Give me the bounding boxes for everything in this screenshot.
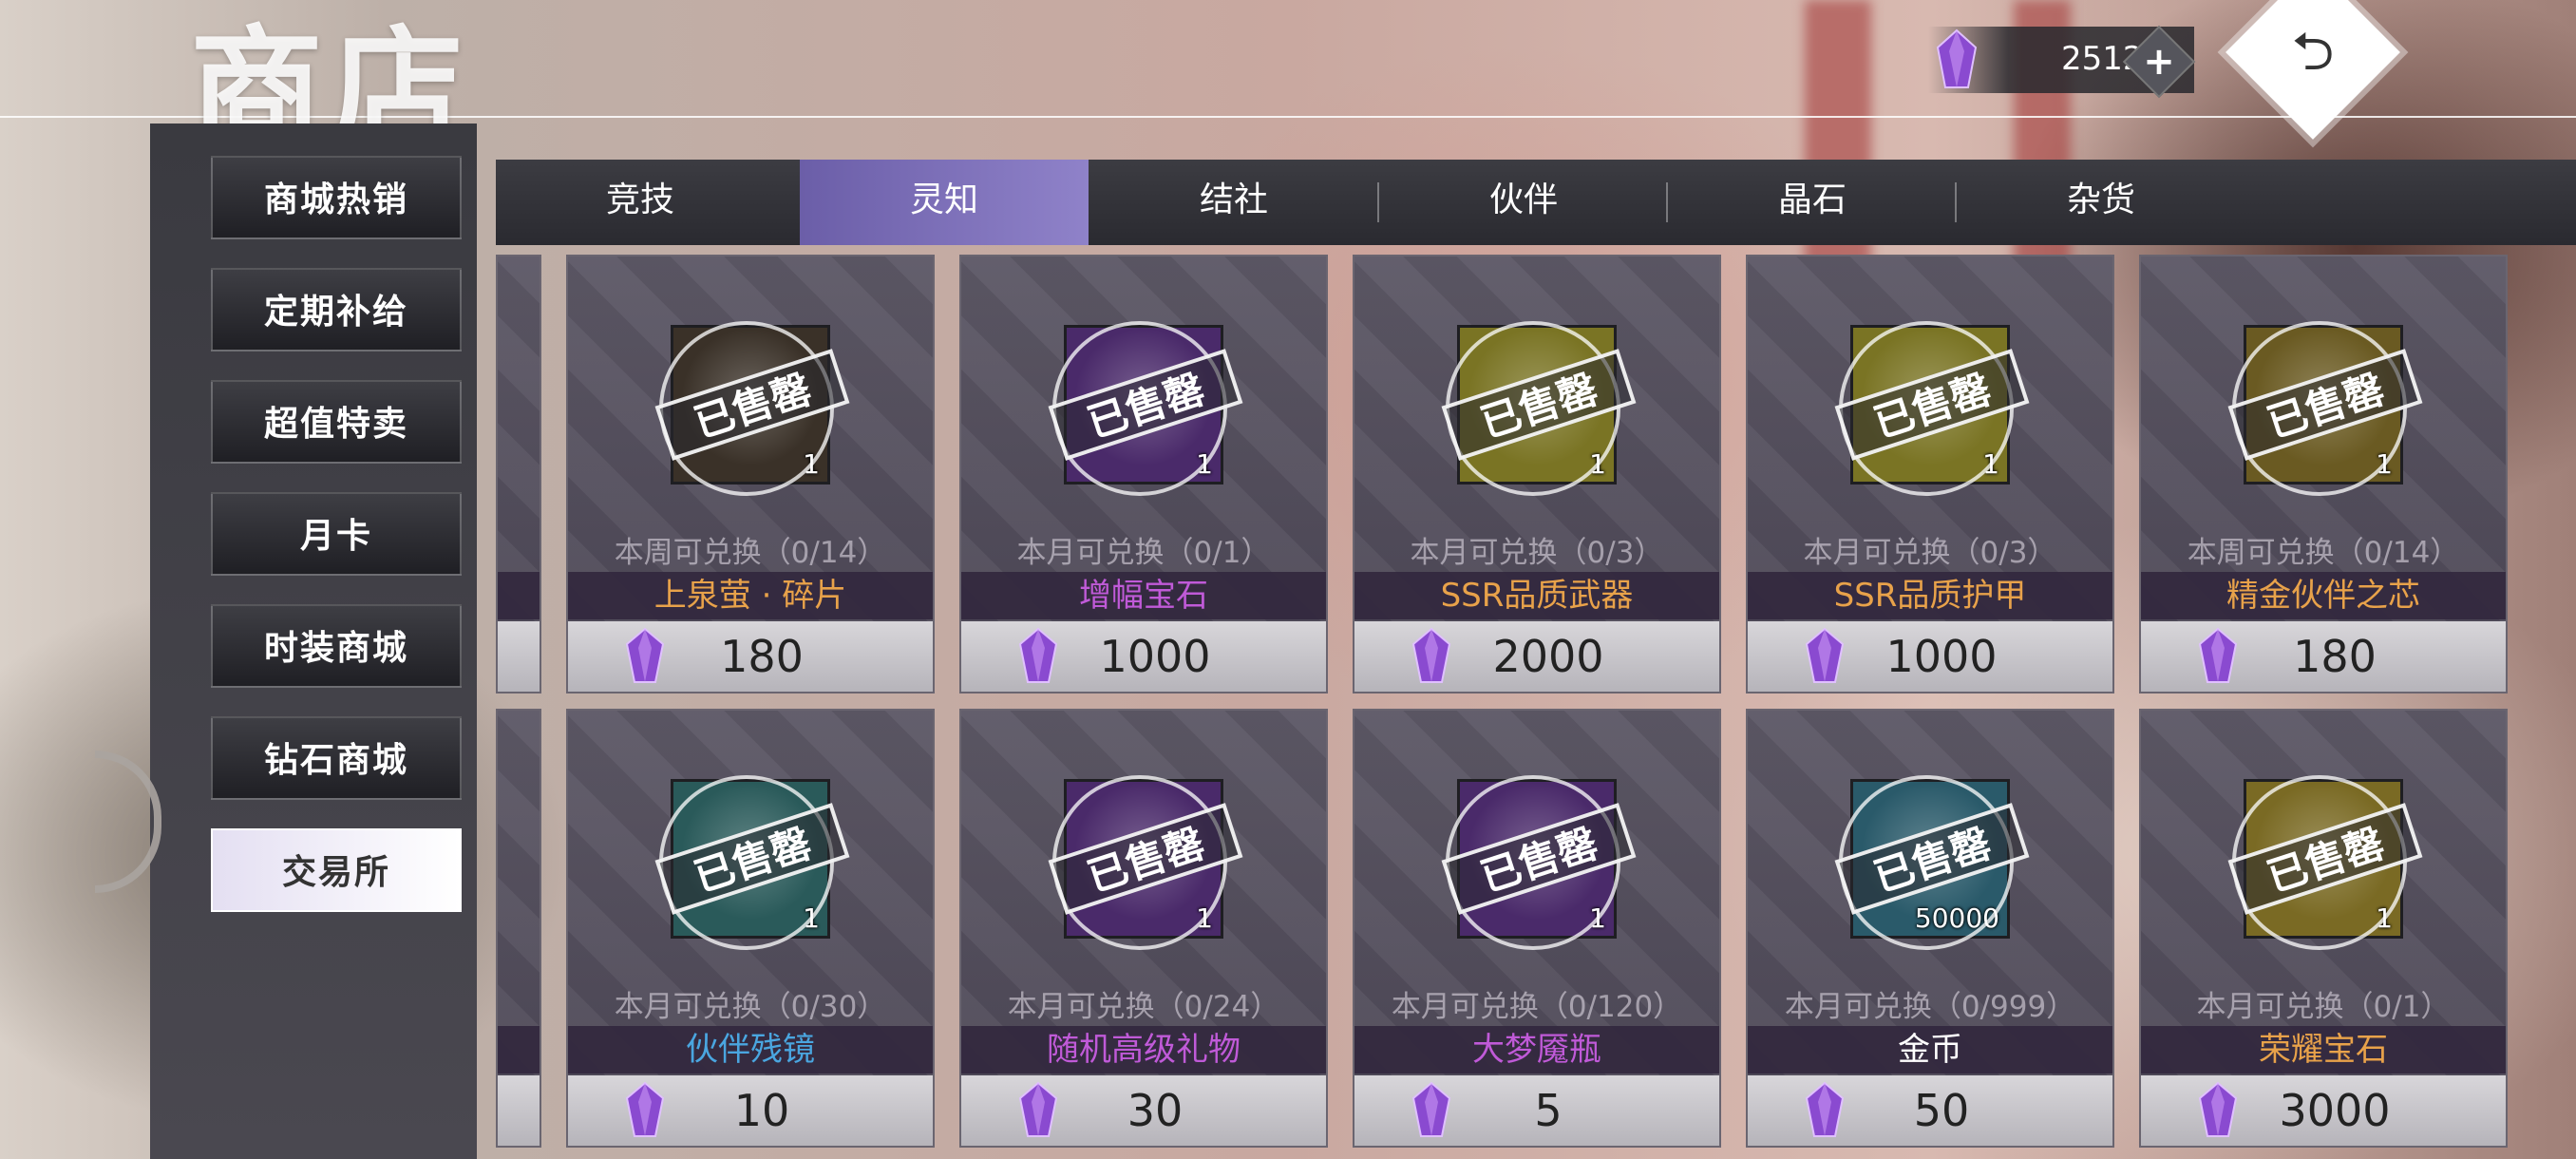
item-name: SSR品质武器: [1354, 572, 1719, 619]
item-price: 10: [733, 1085, 790, 1136]
item-card[interactable]: 1 已售罄 本月可兑换（0/24） 随机高级礼物 30: [959, 709, 1328, 1148]
sidebar-item-special-sale[interactable]: 超值特卖: [211, 380, 462, 464]
purple-crystal-icon: [1936, 28, 1978, 88]
item-name: 增幅宝石: [961, 572, 1326, 619]
price-bar: 50: [1748, 1075, 2112, 1146]
tab-arena[interactable]: 竞技: [496, 160, 785, 245]
add-currency-button[interactable]: +: [2122, 25, 2196, 99]
item-name: 伙伴残镜: [568, 1026, 933, 1074]
price-bar: 3000: [2141, 1075, 2506, 1146]
item-price: 30: [1127, 1085, 1184, 1136]
tab-misc[interactable]: 杂货: [1957, 160, 2245, 245]
item-price: 1000: [1099, 631, 1211, 682]
price-bar: 1000: [1748, 621, 2112, 692]
item-card[interactable]: 1 已售罄 本月可兑换（0/30） 伙伴残镜 10: [566, 709, 935, 1148]
price-bar: 10: [568, 1075, 933, 1146]
purchase-limit: 本月可兑换（0/999）: [1784, 990, 2076, 1024]
sidebar-item-diamond-shop[interactable]: 钻石商城: [211, 716, 462, 800]
item-price: 180: [2293, 631, 2377, 682]
purchase-limit: 本月可兑换（0/1）: [1016, 536, 1271, 570]
price-bar: 1000: [961, 621, 1326, 692]
purchase-limit: 本月可兑换（0/24）: [1007, 990, 1280, 1024]
purchase-limit: 本月可兑换（0/1）: [2196, 990, 2451, 1024]
item-price: 1000: [1885, 631, 1998, 682]
price-bar: 30: [961, 1075, 1326, 1146]
sidebar-item-monthly-card[interactable]: 月卡: [211, 492, 462, 576]
price-bar: 180: [2141, 621, 2506, 692]
item-price: 2000: [1492, 631, 1604, 682]
purchase-limit: 本月可兑换（0/3）: [1803, 536, 2057, 570]
item-name: 大梦魇瓶: [1354, 1026, 1719, 1074]
tab-partner[interactable]: 伙伴: [1379, 160, 1668, 245]
sidebar-item-fashion-shop[interactable]: 时装商城: [211, 604, 462, 688]
currency-display: 2512 +: [1928, 25, 2196, 99]
item-card[interactable]: 1 已售罄 本月可兑换（0/1） 荣耀宝石 3000: [2139, 709, 2508, 1148]
item-name: 金币: [1748, 1026, 2112, 1074]
price-bar: 2000: [1354, 621, 1719, 692]
item-name: 荣耀宝石: [2141, 1026, 2506, 1074]
purchase-limit: 本周可兑换（0/14）: [614, 536, 887, 570]
item-card[interactable]: 1 已售罄 本周可兑换（0/14） 上泉萤 · 碎片 180: [566, 255, 935, 694]
item-card[interactable]: 1 已售罄 本月可兑换（0/1） 增幅宝石 1000: [959, 255, 1328, 694]
tab-crystal[interactable]: 晶石: [1668, 160, 1957, 245]
item-card-partial[interactable]: [496, 255, 541, 694]
item-name: 精金伙伴之芯: [2141, 572, 2506, 619]
item-price: 180: [720, 631, 804, 682]
item-price: 50: [1913, 1085, 1970, 1136]
tab-lingzhi[interactable]: 灵知: [800, 160, 1089, 245]
item-name: SSR品质护甲: [1748, 572, 2112, 619]
item-card[interactable]: 1 已售罄 本周可兑换（0/14） 精金伙伴之芯 180: [2139, 255, 2508, 694]
item-price: 3000: [2279, 1085, 2391, 1136]
purchase-limit: 本月可兑换（0/30）: [614, 990, 887, 1024]
item-card[interactable]: 50000 已售罄 本月可兑换（0/999） 金币 50: [1746, 709, 2114, 1148]
sidebar-item-supply[interactable]: 定期补给: [211, 268, 462, 352]
item-name: 上泉萤 · 碎片: [568, 572, 933, 619]
item-card[interactable]: 1 已售罄 本月可兑换（0/3） SSR品质武器 2000: [1353, 255, 1721, 694]
price-bar: 5: [1354, 1075, 1719, 1146]
plus-icon: +: [2143, 40, 2175, 84]
item-price: 5: [1534, 1085, 1563, 1136]
sidebar-item-hot-sale[interactable]: 商城热销: [211, 156, 462, 239]
return-arrow-icon[interactable]: ⮌: [2280, 19, 2346, 86]
sidebar-item-exchange[interactable]: 交易所: [211, 828, 462, 912]
purchase-limit: 本月可兑换（0/3）: [1410, 536, 1664, 570]
item-card[interactable]: 1 已售罄 本月可兑换（0/3） SSR品质护甲 1000: [1746, 255, 2114, 694]
purchase-limit: 本月可兑换（0/120）: [1391, 990, 1683, 1024]
item-card[interactable]: 1 已售罄 本月可兑换（0/120） 大梦魇瓶 5: [1353, 709, 1721, 1148]
price-bar: 180: [568, 621, 933, 692]
tab-society[interactable]: 结社: [1089, 160, 1378, 245]
purchase-limit: 本周可兑换（0/14）: [2187, 536, 2460, 570]
item-name: 随机高级礼物: [961, 1026, 1326, 1074]
item-card-partial[interactable]: [496, 709, 541, 1148]
category-tabbar: 竞技 灵知 结社 伙伴 晶石 杂货: [496, 160, 2576, 245]
